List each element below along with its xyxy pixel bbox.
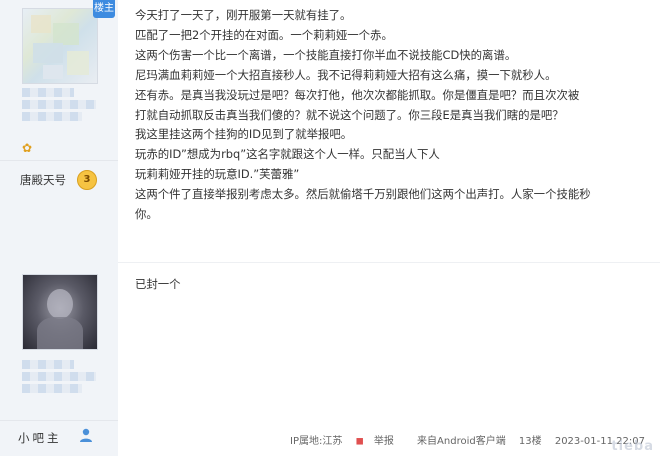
post-line: 玩莉莉娅开挂的玩意ID.”芙蕾雅” (135, 167, 300, 182)
watermark: tieba (611, 439, 654, 454)
post-line: 你。 (135, 207, 158, 222)
post-line: 还有赤。是真当我没玩过是吧？每次打他，他次次都能抓取。你是僵直是吧？而且次次被 (135, 87, 580, 102)
post-line: 打就自动抓取反击真当我们傻的？就不说这个问题了。你三段E是真当我们瞎的是吧？ (135, 107, 564, 122)
reply-content: 已封一个 (135, 277, 181, 291)
rank-label: 唐殿天号 (20, 173, 66, 187)
post-footer: IP属地:江苏 ◼ 举报 来自Android客户端 13楼 2023-01-11 … (290, 432, 655, 447)
post-line: 尼玛满血莉莉娅一个大招直接秒人。我不记得莉莉娅大招有这么痛，摸一下就秒人。 (135, 67, 557, 82)
username-blurred[interactable] (22, 88, 74, 97)
thread-owner-badge: 楼主 (93, 0, 115, 18)
username-blurred[interactable] (22, 360, 74, 369)
flower-icon: ✿ (22, 141, 33, 155)
avatar[interactable] (22, 274, 98, 350)
username-blurred-line (22, 112, 82, 121)
post-line: 玩赤的ID”想成为rbq”这名字就跟这个人一样。只配当人下人 (135, 147, 440, 162)
post-divider (118, 262, 660, 263)
report-label: 举报 (373, 436, 394, 447)
username-blurred-line (22, 100, 96, 109)
username-blurred-line (22, 384, 82, 393)
report-link[interactable]: ◼ 举报 (356, 436, 404, 447)
avatar[interactable] (22, 8, 98, 84)
post-line: 匹配了一把2个开挂的在对面。一个莉莉娅一个赤。 (135, 27, 393, 42)
post-line: 这两个件了直接举报别考虑太多。然后就偷塔千万别跟他们这两个出声打。人家一个技能秒 (135, 187, 591, 202)
divider (0, 420, 118, 421)
client-source: 来自Android客户端 (417, 436, 506, 447)
user-icon (80, 428, 92, 442)
ip-location: IP属地:江苏 (290, 436, 343, 447)
post-content: 今天打了一天了，刚开服第一天就有挂了。 匹配了一把2个开挂的在对面。一个莉莉娅一… (135, 6, 655, 225)
floor-number: 13楼 (518, 436, 542, 447)
post-line: 这两个伤害一个比一个离谱，一个技能直接打你半血不说技能CD快的离谱。 (135, 47, 517, 62)
report-icon: ◼ (355, 436, 364, 447)
rank-label: 小吧主 (18, 431, 62, 445)
level-badge: 3 (77, 170, 97, 190)
post-line: 我这里挂这两个挂狗的ID见到了就举报吧。 (135, 127, 353, 142)
username-blurred-line (22, 372, 96, 381)
divider (0, 160, 118, 161)
post-line: 今天打了一天了，刚开服第一天就有挂了。 (135, 8, 352, 22)
